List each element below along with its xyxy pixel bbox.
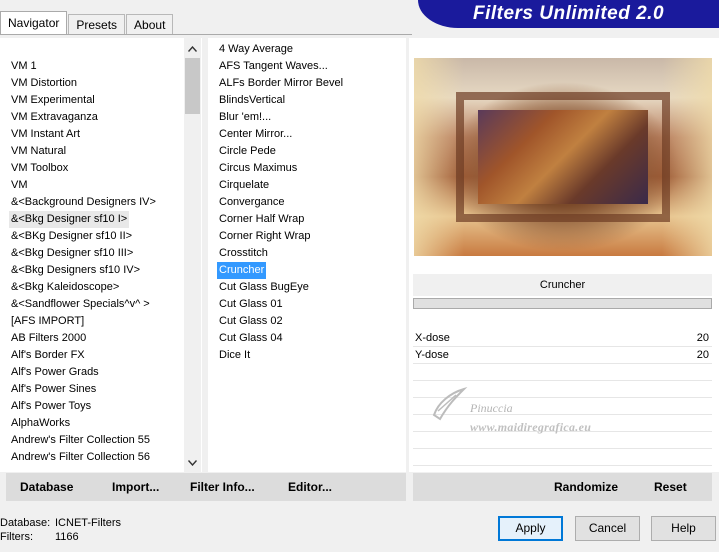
- import-button[interactable]: Import...: [112, 473, 159, 501]
- tab-presets[interactable]: Presets: [68, 14, 126, 34]
- filter-list[interactable]: 4 Way Average AFS Tangent Waves... ALFs Bo…: [208, 38, 406, 472]
- param-label: Y-dose: [415, 349, 449, 361]
- category-item[interactable]: Alf's Power Sines: [11, 381, 96, 398]
- preview-image: [414, 58, 712, 256]
- category-item[interactable]: &<Sandflower Specials^v^ >: [11, 296, 150, 313]
- category-item[interactable]: VM: [11, 177, 28, 194]
- cancel-button[interactable]: Cancel: [575, 516, 640, 541]
- filter-item[interactable]: AFS Tangent Waves...: [219, 58, 328, 75]
- randomize-button[interactable]: Randomize: [554, 473, 618, 501]
- param-value[interactable]: 20: [697, 330, 709, 347]
- app-title: Filters Unlimited 2.0: [472, 3, 665, 24]
- filter-item[interactable]: Convergance: [219, 194, 284, 211]
- param-row-empty: [413, 364, 712, 381]
- filter-item[interactable]: Circus Maximus: [219, 160, 297, 177]
- category-item[interactable]: &<Bkg Kaleidoscope>: [11, 279, 119, 296]
- scroll-down-icon[interactable]: [184, 455, 201, 472]
- category-item[interactable]: VM Instant Art: [11, 126, 80, 143]
- category-item[interactable]: Alf's Power Toys: [11, 398, 91, 415]
- filter-item[interactable]: Corner Half Wrap: [219, 211, 304, 228]
- filter-item[interactable]: Cirquelate: [219, 177, 269, 194]
- filters-count-label: Filters:: [0, 531, 33, 543]
- param-row-empty: [413, 449, 712, 466]
- category-item[interactable]: AB Filters 2000: [11, 330, 86, 347]
- filters-count-value: 1166: [55, 531, 79, 543]
- category-item[interactable]: Andrew's Filter Collection 55: [11, 432, 150, 449]
- category-item[interactable]: &<Bkg Designers sf10 IV>: [11, 262, 140, 279]
- watermark-url: www.maidiregrafica.eu: [470, 420, 592, 434]
- tab-about[interactable]: About: [126, 14, 174, 34]
- watermark: Pinuccia www.maidiregrafica.eu: [430, 385, 640, 445]
- apply-button[interactable]: Apply: [498, 516, 563, 541]
- help-button[interactable]: Help: [651, 516, 716, 541]
- filter-item[interactable]: BlindsVertical: [219, 92, 285, 109]
- reset-button[interactable]: Reset: [654, 473, 687, 501]
- scroll-thumb[interactable]: [185, 58, 200, 114]
- category-scrollbar[interactable]: [184, 38, 201, 472]
- filter-item[interactable]: Circle Pede: [219, 143, 276, 160]
- filter-item[interactable]: Cut Glass BugEye: [219, 279, 309, 296]
- editor-button[interactable]: Editor...: [288, 473, 332, 501]
- category-list[interactable]: VM 1 VM Distortion VM Experimental VM Extra…: [0, 38, 202, 472]
- filter-item[interactable]: Blur 'em!...: [219, 109, 271, 126]
- filter-item[interactable]: ALFs Border Mirror Bevel: [219, 75, 343, 92]
- category-item[interactable]: &<Background Designers IV>: [11, 194, 156, 211]
- category-item[interactable]: &<BKg Designer sf10 II>: [11, 228, 132, 245]
- filter-info-button[interactable]: Filter Info...: [190, 473, 255, 501]
- filter-item[interactable]: 4 Way Average: [219, 41, 293, 58]
- scroll-up-icon[interactable]: [184, 41, 201, 58]
- category-item[interactable]: Alf's Power Grads: [11, 364, 99, 381]
- param-row-y-dose[interactable]: Y-dose 20: [413, 347, 712, 364]
- database-value: ICNET-Filters: [55, 517, 121, 529]
- database-label: Database:: [0, 517, 51, 529]
- category-item[interactable]: VM Experimental: [11, 92, 95, 109]
- category-item[interactable]: &<Bkg Designer sf10 III>: [11, 245, 133, 262]
- param-value[interactable]: 20: [697, 347, 709, 364]
- category-item[interactable]: [AFS IMPORT]: [11, 313, 84, 330]
- filter-item[interactable]: Cruncher: [217, 262, 267, 279]
- tab-divider: [0, 34, 412, 35]
- filter-item[interactable]: Dice It: [219, 347, 250, 364]
- watermark-name: Pinuccia: [470, 401, 513, 415]
- category-item[interactable]: AlphaWorks: [11, 415, 70, 432]
- filter-item[interactable]: Cut Glass 02: [219, 313, 283, 330]
- filter-item[interactable]: Center Mirror...: [219, 126, 292, 143]
- category-item[interactable]: Andrew's Filter Collection 56: [11, 449, 150, 466]
- category-item[interactable]: VM 1: [11, 58, 37, 75]
- left-button-bar: Database Import... Filter Info... Editor…: [6, 473, 406, 501]
- current-filter-name: Cruncher: [413, 274, 712, 296]
- filter-item[interactable]: Cut Glass 04: [219, 330, 283, 347]
- database-button[interactable]: Database: [20, 473, 73, 501]
- filter-progress-bar: [413, 298, 712, 309]
- filter-item[interactable]: Crosstitch: [219, 245, 268, 262]
- param-row-x-dose[interactable]: X-dose 20: [413, 330, 712, 347]
- watermark-icon: [432, 386, 468, 421]
- app-banner: Filters Unlimited 2.0: [418, 0, 719, 28]
- status-info: Database: ICNET-Filters Filters: 1166: [0, 516, 121, 544]
- right-button-bar: Randomize Reset: [413, 473, 712, 501]
- category-item[interactable]: VM Toolbox: [11, 160, 68, 177]
- filter-item[interactable]: Corner Right Wrap: [219, 228, 311, 245]
- tab-navigator[interactable]: Navigator: [0, 11, 68, 34]
- tab-bar: Navigator Presets About: [0, 0, 174, 34]
- category-item[interactable]: &<Bkg Designer sf10 I>: [9, 211, 130, 228]
- category-item[interactable]: VM Distortion: [11, 75, 77, 92]
- param-label: X-dose: [415, 332, 450, 344]
- category-item[interactable]: VM Natural: [11, 143, 66, 160]
- category-item[interactable]: Alf's Border FX: [11, 347, 85, 364]
- category-item[interactable]: VM Extravaganza: [11, 109, 98, 126]
- filter-item[interactable]: Cut Glass 01: [219, 296, 283, 313]
